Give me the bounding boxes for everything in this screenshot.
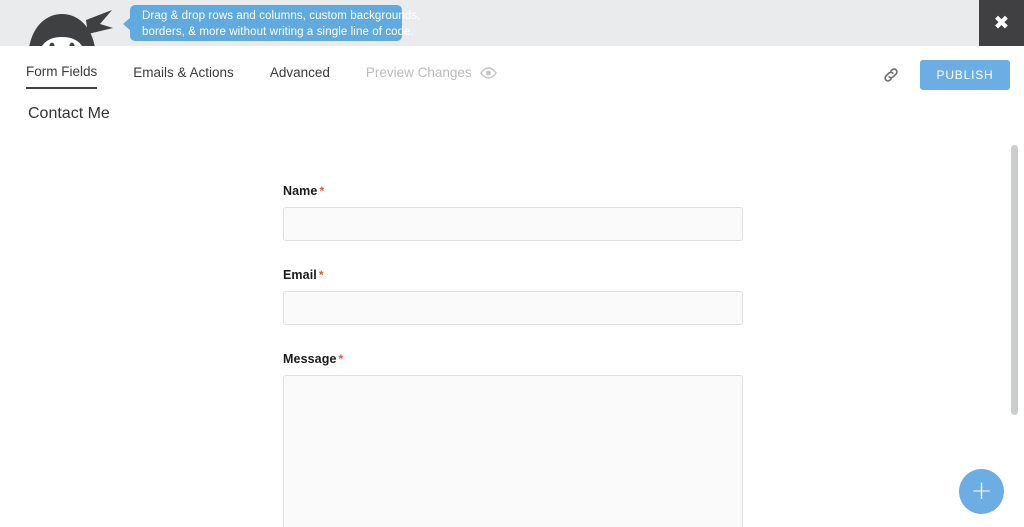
add-field-button[interactable]: + — [959, 469, 1004, 514]
name-input[interactable] — [283, 207, 743, 241]
canvas-scrollbar-thumb[interactable] — [1011, 145, 1018, 415]
onboarding-tooltip: Drag & drop rows and columns, custom bac… — [123, 5, 421, 41]
top-bar: Drag & drop rows and columns, custom bac… — [0, 0, 1024, 46]
field-email-label: Email * — [283, 268, 743, 282]
tooltip-line-1: Drag & drop rows and columns, custom bac… — [142, 10, 421, 22]
tab-form-fields[interactable]: Form Fields — [26, 64, 98, 89]
form-canvas: Name * Email * Message * — [0, 134, 1009, 527]
tab-emails-actions-label: Emails & Actions — [133, 65, 234, 80]
field-message-required-marker: * — [338, 352, 344, 366]
tooltip-line-2: borders, & more without writing a single… — [142, 26, 414, 38]
tab-emails-actions[interactable]: Emails & Actions — [133, 65, 234, 88]
form-builder-window: Drag & drop rows and columns, custom bac… — [0, 0, 1024, 527]
tab-form-fields-label: Form Fields — [26, 64, 98, 79]
tooltip-arrow — [123, 17, 131, 31]
field-name-label: Name * — [283, 184, 743, 198]
ninja-forms-logo — [14, 0, 114, 46]
close-icon: ✖ — [993, 11, 1010, 34]
plus-icon: + — [970, 475, 993, 506]
field-email-label-text: Email — [283, 268, 317, 282]
field-name: Name * — [283, 184, 743, 241]
canvas-top-spacer — [283, 134, 743, 184]
ninja-logo-icon — [29, 10, 113, 46]
field-email: Email * — [283, 268, 743, 325]
field-name-label-text: Name — [283, 184, 318, 198]
field-name-required-marker: * — [319, 184, 325, 198]
field-message-label-text: Message — [283, 352, 337, 366]
tab-preview-changes[interactable]: Preview Changes — [366, 65, 497, 88]
tab-preview-changes-label: Preview Changes — [365, 65, 472, 80]
field-email-required-marker: * — [318, 268, 324, 282]
copy-link-button[interactable] — [880, 64, 902, 86]
field-message: Message * — [283, 352, 743, 527]
tab-list: Form Fields Emails & Actions Advanced Pr… — [26, 64, 533, 89]
canvas-scrollbar[interactable] — [1011, 134, 1018, 527]
email-input[interactable] — [283, 291, 743, 325]
publish-button[interactable]: PUBLISH — [920, 60, 1010, 90]
close-button[interactable]: ✖ — [979, 0, 1024, 46]
link-icon — [884, 68, 898, 82]
page-title: Contact Me — [28, 105, 110, 122]
tab-advanced[interactable]: Advanced — [270, 65, 330, 88]
message-textarea[interactable] — [283, 375, 743, 527]
form-field-list: Name * Email * Message * — [283, 134, 743, 527]
header-actions: PUBLISH — [880, 60, 1010, 90]
field-message-label: Message * — [283, 352, 743, 366]
tab-advanced-label: Advanced — [269, 65, 330, 80]
tab-bar: Form Fields Emails & Actions Advanced Pr… — [0, 46, 1024, 101]
eye-icon — [479, 66, 497, 79]
